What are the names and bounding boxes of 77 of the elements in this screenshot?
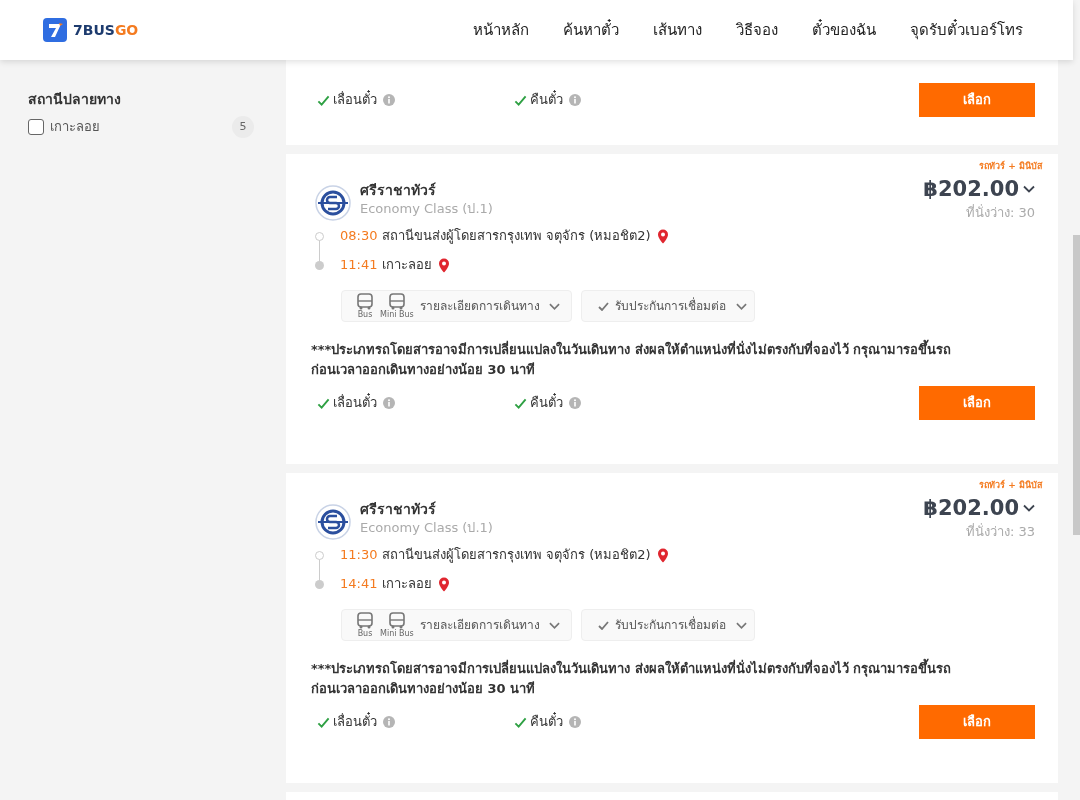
chevron-down-icon (548, 621, 560, 629)
service-tag: รถทัวร์ + มินิบัส (979, 160, 1058, 172)
check-icon (514, 396, 527, 410)
info-icon (569, 94, 581, 106)
departure-time: 08:30 (340, 227, 379, 246)
connection-guarantee-button[interactable]: รับประกันการเชื่อมต่อ (581, 290, 755, 322)
chevron-down-icon (736, 621, 747, 629)
operator-name: ศรีราชาทัวร์ (360, 181, 437, 199)
section-title: สถานีปลายทาง (28, 90, 122, 109)
check-icon (317, 93, 330, 107)
map-pin-icon (438, 257, 450, 273)
operator-logo (315, 504, 351, 540)
station-name: เกาะลอย (382, 256, 432, 275)
trip-details-button[interactable]: Bus Mini Bus รายละเอียดการเดินทาง (341, 290, 572, 322)
bus-class: Economy Class (ป.1) (360, 519, 493, 537)
feature-label: เลื่อนตั๋ว (333, 393, 377, 413)
check-icon (317, 396, 330, 410)
nav-link[interactable]: ตั๋วของฉัน (812, 18, 876, 42)
nav-link[interactable]: จุดรับตั๋วเบอร์โทร (910, 18, 1023, 42)
bus-icon (387, 293, 406, 310)
notice-text: ***ประเภทรถโดยสารอาจมีการเปลี่ยนแปลงในวันเดินทาง ส่งผลให้ตำแหน่งที่นั่งไม่ตรงกับที่จองไว้ กรุณามารอขึ้นรถ ก่อนเวลาออกเดินทางอย่างน้อย 30 นาที (286, 659, 1058, 699)
service-tag: รถทัวร์ + มินิบัส (979, 479, 1058, 491)
nav-link[interactable]: หน้าหลัก (473, 18, 529, 42)
seats-available: ที่นั่งว่าง: 33 (965, 522, 1035, 541)
logo-icon (43, 18, 67, 42)
info-icon (383, 397, 395, 409)
feature-label: คืนตั๋ว (530, 90, 563, 110)
nav-link[interactable]: เส้นทาง (653, 18, 702, 42)
map-pin-icon (438, 576, 450, 592)
scrollbar-thumb[interactable] (1073, 235, 1080, 535)
map-pin-icon (656, 228, 669, 244)
filter-label: เกาะลอย (50, 118, 100, 137)
info-icon (383, 94, 395, 106)
info-icon (569, 397, 581, 409)
count-badge: 5 (232, 116, 254, 138)
map-pin-icon (656, 547, 669, 563)
check-icon (317, 715, 330, 729)
chevron-down-icon (548, 302, 560, 310)
logo-text[interactable]: 7BUSGO (73, 19, 139, 41)
chevron-down-icon (1023, 504, 1035, 512)
nav-link[interactable]: วิธีจอง (736, 18, 778, 42)
info-icon (569, 716, 581, 728)
seats-available: ที่นั่งว่าง: 30 (965, 203, 1035, 222)
check-icon (514, 93, 527, 107)
feature-label: คืนตั๋ว (530, 393, 563, 413)
info-icon (383, 716, 395, 728)
connection-guarantee-button[interactable]: รับประกันการเชื่อมต่อ (581, 609, 755, 641)
station-name: สถานีขนส่งผู้โดยสารกรุงเทพ จตุจักร (หมอชิต2) (382, 227, 651, 246)
departure-time: 11:41 (340, 256, 379, 275)
bus-class: Economy Class (ป.1) (360, 200, 493, 218)
check-icon (514, 715, 527, 729)
departure-time: 11:30 (340, 546, 379, 565)
operator-name: ศรีราชาทัวร์ (360, 500, 437, 518)
nav-link[interactable]: ค้นหาตั๋ว (563, 18, 619, 42)
departure-time: 14:41 (340, 575, 379, 594)
feature-label: คืนตั๋ว (530, 712, 563, 732)
station-name: เกาะลอย (382, 575, 432, 594)
check-icon (598, 620, 609, 630)
bus-icon (387, 612, 406, 629)
chevron-down-icon (736, 302, 747, 310)
vehicle-label: Mini Bus (380, 629, 414, 638)
vehicle-label: Mini Bus (380, 310, 414, 319)
feature-label: เลื่อนตั๋ว (333, 90, 377, 110)
vehicle-label: Bus (357, 310, 373, 319)
chevron-down-icon (1023, 185, 1035, 193)
bus-icon (356, 612, 374, 629)
price-toggle[interactable]: ฿202.00 (923, 176, 1035, 202)
checkbox[interactable] (28, 119, 44, 135)
feature-label: เลื่อนตั๋ว (333, 712, 377, 732)
station-name: สถานีขนส่งผู้โดยสารกรุงเทพ จตุจักร (หมอชิต2) (382, 546, 651, 565)
trip-details-button[interactable]: Bus Mini Bus รายละเอียดการเดินทาง (341, 609, 572, 641)
price-toggle[interactable]: ฿202.00 (923, 495, 1035, 521)
bus-icon (356, 293, 374, 310)
check-icon (598, 301, 609, 311)
notice-text: ***ประเภทรถโดยสารอาจมีการเปลี่ยนแปลงในวันเดินทาง ส่งผลให้ตำแหน่งที่นั่งไม่ตรงกับที่จองไว้ กรุณามารอขึ้นรถ ก่อนเวลาออกเดินทางอย่างน้อย 30 นาที (286, 340, 1058, 380)
operator-logo (315, 185, 351, 221)
vehicle-label: Bus (357, 629, 373, 638)
